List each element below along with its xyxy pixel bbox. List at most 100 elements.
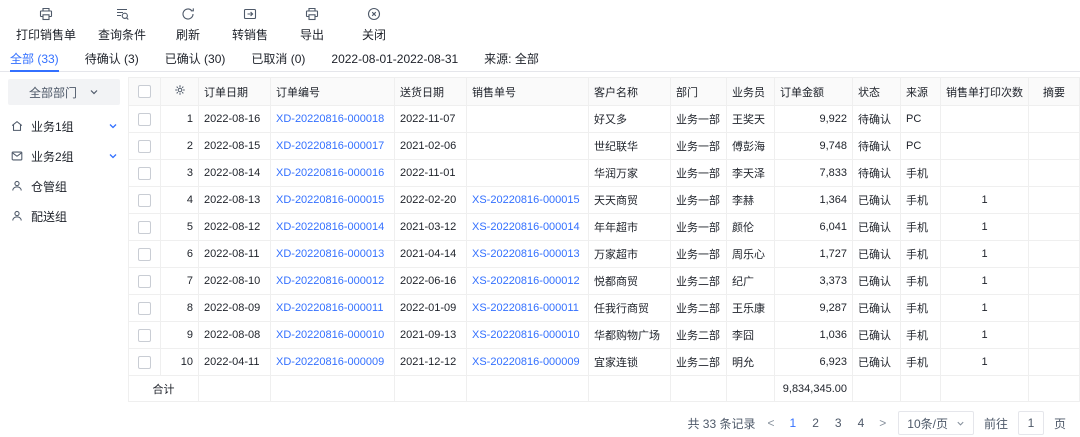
source: 手机: [901, 241, 941, 268]
table-row[interactable]: 5 2022-08-12 XD-20220816-000014 2021-03-…: [129, 214, 1080, 241]
sales-number-link[interactable]: XS-20220816-000012: [472, 275, 580, 287]
table-row[interactable]: 3 2022-08-14 XD-20220816-000016 2022-11-…: [129, 160, 1080, 187]
department-select[interactable]: 全部部门: [8, 79, 120, 105]
page-number-4[interactable]: 4: [855, 416, 868, 430]
order-number-link[interactable]: XD-20220816-000009: [276, 356, 384, 368]
header-salesperson[interactable]: 业务员: [727, 78, 775, 106]
select-all-checkbox[interactable]: [138, 85, 151, 98]
header-source[interactable]: 来源: [901, 78, 941, 106]
table-row[interactable]: 8 2022-08-09 XD-20220816-000011 2022-01-…: [129, 295, 1080, 322]
tab-all[interactable]: 全部 (33): [10, 46, 59, 71]
page-size-select[interactable]: 10条/页: [898, 411, 974, 435]
sidebar-item-delivery-group[interactable]: 配送组: [8, 201, 120, 231]
tab-pending-confirm[interactable]: 待确认 (3): [85, 46, 139, 71]
refresh-icon: [180, 6, 196, 22]
goto-page-input[interactable]: 1: [1018, 411, 1044, 435]
sales-number-link[interactable]: XS-20220816-000009: [472, 356, 580, 368]
order-number-link[interactable]: XD-20220816-000016: [276, 167, 384, 179]
row-select-cell[interactable]: [129, 295, 161, 322]
row-checkbox[interactable]: [138, 140, 151, 153]
order-number-cell: XD-20220816-000010: [271, 322, 395, 349]
order-amount: 9,748: [775, 133, 853, 160]
header-order-number[interactable]: 订单编号: [271, 78, 395, 106]
gear-icon[interactable]: [173, 83, 187, 97]
order-number-link[interactable]: XD-20220816-000014: [276, 221, 384, 233]
sales-number-link[interactable]: XS-20220816-000015: [472, 194, 580, 206]
order-number-link[interactable]: XD-20220816-000013: [276, 248, 384, 260]
row-select-cell[interactable]: [129, 133, 161, 160]
source-filter[interactable]: 来源: 全部: [484, 50, 539, 67]
row-checkbox[interactable]: [138, 194, 151, 207]
export-button[interactable]: 导出: [292, 6, 332, 43]
sales-number-link[interactable]: XS-20220816-000013: [472, 248, 580, 260]
header-order-date[interactable]: 订单日期: [199, 78, 271, 106]
status: 待确认: [853, 133, 901, 160]
sidebar-item-warehouse-group[interactable]: 仓管组: [8, 171, 120, 201]
table-row[interactable]: 10 2022-04-11 XD-20220816-000009 2021-12…: [129, 349, 1080, 376]
department: 业务一部: [671, 133, 727, 160]
sales-number-link[interactable]: XS-20220816-000011: [472, 302, 579, 314]
tab-cancelled[interactable]: 已取消 (0): [251, 46, 305, 71]
order-number-link[interactable]: XD-20220816-000011: [276, 302, 383, 314]
sidebar-item-business-group-1[interactable]: 业务1组: [8, 111, 120, 141]
table-row[interactable]: 7 2022-08-10 XD-20220816-000012 2022-06-…: [129, 268, 1080, 295]
page-number-2[interactable]: 2: [809, 416, 822, 430]
order-number-link[interactable]: XD-20220816-000010: [276, 329, 384, 341]
row-checkbox[interactable]: [138, 329, 151, 342]
table-row[interactable]: 9 2022-08-08 XD-20220816-000010 2021-09-…: [129, 322, 1080, 349]
header-delivery-date[interactable]: 送货日期: [395, 78, 467, 106]
row-select-cell[interactable]: [129, 187, 161, 214]
table-row[interactable]: 4 2022-08-13 XD-20220816-000015 2022-02-…: [129, 187, 1080, 214]
row-checkbox[interactable]: [138, 167, 151, 180]
chevron-down-icon[interactable]: [108, 121, 118, 131]
column-settings-cell[interactable]: [161, 78, 199, 106]
refresh-label: 刷新: [176, 26, 200, 43]
print-sales-order-button[interactable]: 打印销售单: [16, 6, 76, 43]
refresh-button[interactable]: 刷新: [168, 6, 208, 43]
row-select-cell[interactable]: [129, 241, 161, 268]
sales-number-link[interactable]: XS-20220816-000010: [472, 329, 580, 341]
query-conditions-button[interactable]: 查询条件: [98, 6, 146, 43]
header-summary[interactable]: 摘要: [1029, 78, 1080, 106]
header-print-count[interactable]: 销售单打印次数: [941, 78, 1029, 106]
header-sales-number[interactable]: 销售单号: [467, 78, 589, 106]
row-checkbox[interactable]: [138, 221, 151, 234]
close-button[interactable]: 关闭: [354, 6, 394, 43]
transfer-to-sales-button[interactable]: 转销售: [230, 6, 270, 43]
order-number-link[interactable]: XD-20220816-000015: [276, 194, 384, 206]
header-department[interactable]: 部门: [671, 78, 727, 106]
row-checkbox[interactable]: [138, 356, 151, 369]
prev-page-button[interactable]: <: [766, 416, 777, 430]
row-select-cell[interactable]: [129, 160, 161, 187]
row-checkbox[interactable]: [138, 248, 151, 261]
row-checkbox[interactable]: [138, 275, 151, 288]
row-select-cell[interactable]: [129, 106, 161, 133]
order-number-link[interactable]: XD-20220816-000012: [276, 275, 384, 287]
header-customer-name[interactable]: 客户名称: [589, 78, 671, 106]
goto-label: 前往: [984, 415, 1008, 432]
row-checkbox[interactable]: [138, 302, 151, 315]
row-select-cell[interactable]: [129, 268, 161, 295]
row-select-cell[interactable]: [129, 349, 161, 376]
sales-number-link[interactable]: XS-20220816-000014: [472, 221, 580, 233]
order-number-link[interactable]: XD-20220816-000017: [276, 140, 384, 152]
table-row[interactable]: 2 2022-08-15 XD-20220816-000017 2021-02-…: [129, 133, 1080, 160]
page-number-1[interactable]: 1: [787, 416, 800, 430]
header-status[interactable]: 状态: [853, 78, 901, 106]
row-number: 1: [161, 106, 199, 133]
header-order-amount[interactable]: 订单金额: [775, 78, 853, 106]
chevron-down-icon[interactable]: [108, 151, 118, 161]
tab-confirmed[interactable]: 已确认 (30): [165, 46, 226, 71]
next-page-button[interactable]: >: [877, 416, 888, 430]
date-range-filter[interactable]: 2022-08-01-2022-08-31: [331, 52, 458, 66]
row-select-cell[interactable]: [129, 214, 161, 241]
order-number-link[interactable]: XD-20220816-000018: [276, 113, 384, 125]
sidebar-item-business-group-2[interactable]: 业务2组: [8, 141, 120, 171]
select-all-cell[interactable]: [129, 78, 161, 106]
row-checkbox[interactable]: [138, 113, 151, 126]
delivery-date: 2021-02-06: [395, 133, 467, 160]
row-select-cell[interactable]: [129, 322, 161, 349]
table-row[interactable]: 6 2022-08-11 XD-20220816-000013 2021-04-…: [129, 241, 1080, 268]
page-number-3[interactable]: 3: [832, 416, 845, 430]
table-row[interactable]: 1 2022-08-16 XD-20220816-000018 2022-11-…: [129, 106, 1080, 133]
